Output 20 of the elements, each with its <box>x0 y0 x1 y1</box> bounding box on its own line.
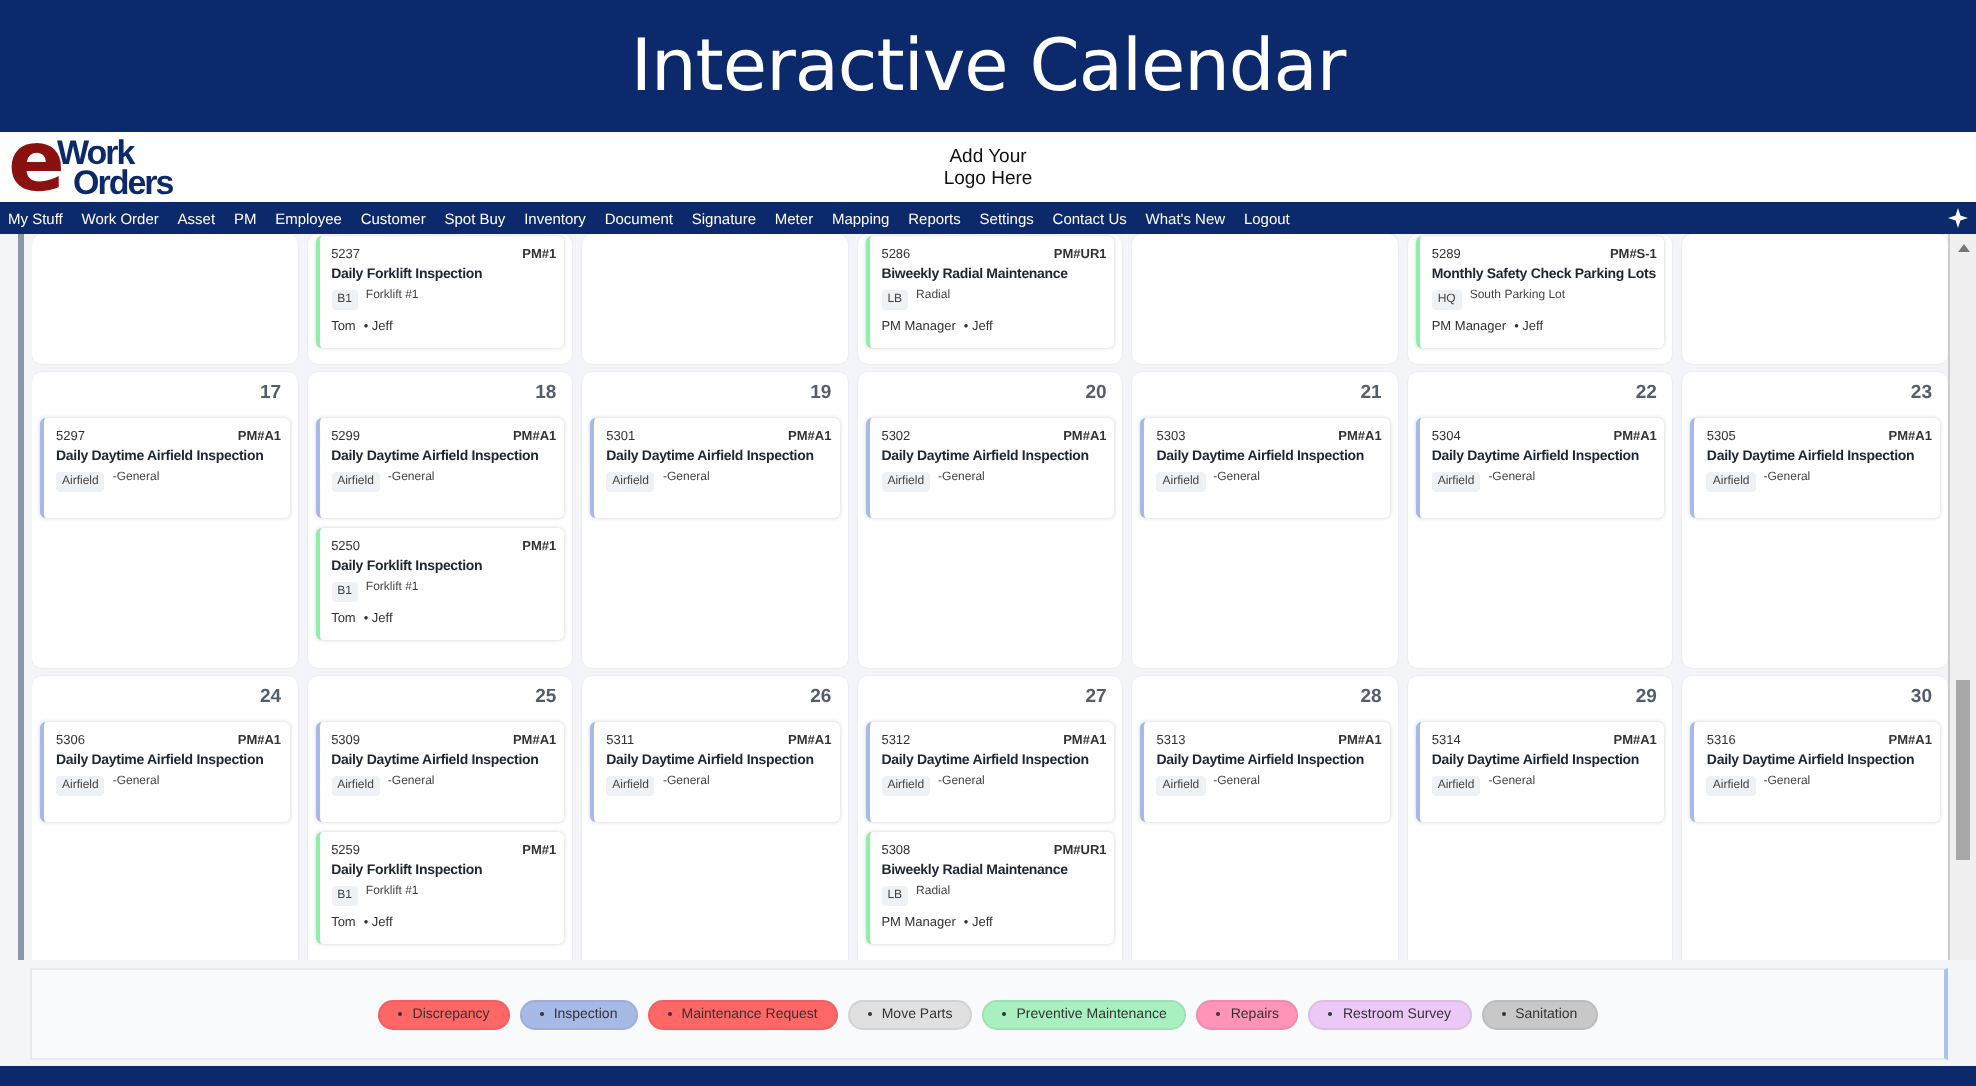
scrollbar-thumb[interactable] <box>1956 680 1970 860</box>
day-number: 21 <box>1360 382 1382 404</box>
day-number: 24 <box>259 686 282 708</box>
day-number: 25 <box>535 686 557 708</box>
day-number: 19 <box>810 382 832 404</box>
sparkle-icon[interactable] <box>1948 208 1968 228</box>
scrollbar[interactable] <box>1948 234 1976 960</box>
day-number: 20 <box>1085 382 1107 404</box>
logo-placeholder-text: Add Your Logo Here <box>941 145 1035 189</box>
day-number: 18 <box>535 382 557 404</box>
day-number: 17 <box>259 382 282 404</box>
day-number: 30 <box>1910 686 1932 708</box>
day-number: 26 <box>810 686 832 708</box>
page-title: Interactive Calendar <box>630 25 1346 107</box>
day-number: 22 <box>1635 382 1657 404</box>
day-number: 29 <box>1635 686 1657 708</box>
day-number: 27 <box>1085 686 1107 708</box>
day-number: 28 <box>1360 686 1382 708</box>
day-number: 23 <box>1910 382 1932 404</box>
scroll-up-icon[interactable] <box>1957 242 1969 254</box>
